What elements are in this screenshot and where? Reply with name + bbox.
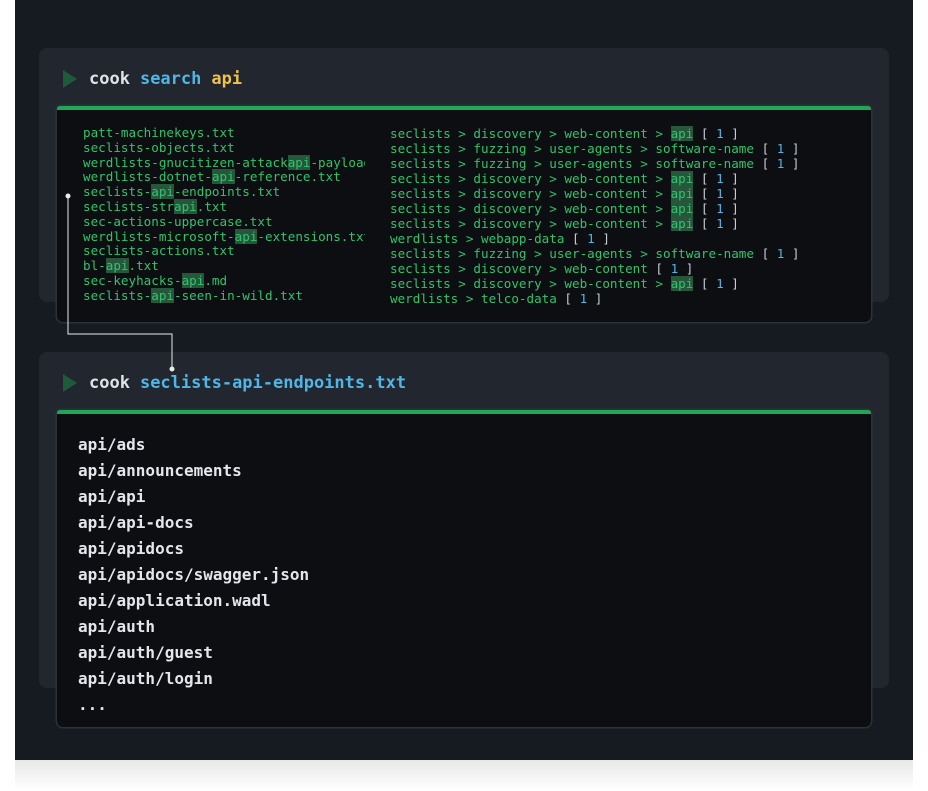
match-highlight: api (670, 201, 694, 216)
path-result-row: seclists > fuzzing > user-agents > softw… (390, 141, 800, 156)
file-result-row[interactable]: seclists-api-seen-in-wild.txt (83, 287, 365, 304)
match-highlight: api (151, 287, 174, 303)
match-highlight: api (181, 272, 205, 288)
path-result-row: seclists > discovery > web-content > api… (390, 276, 739, 291)
matching-files-list: patt-machinekeys.txt seclists-objects.txt… (83, 126, 365, 304)
output-line: api/auth/guest (78, 643, 213, 662)
output-line: api/announcements (78, 461, 242, 480)
match-count: 1 (716, 276, 724, 291)
path-result-row: seclists > discovery > web-content > api… (390, 216, 739, 231)
match-highlight: api (670, 171, 694, 186)
file-result-row[interactable]: seclists-objects.txt (83, 140, 365, 156)
output-line: api/application.wadl (78, 591, 271, 610)
search-results-terminal[interactable]: patt-machinekeys.txt seclists-objects.txt… (57, 106, 871, 322)
command-text: cook (89, 373, 130, 393)
match-highlight: api (287, 154, 311, 170)
output-line: api/auth/login (78, 669, 213, 688)
matching-paths-list: seclists > discovery > web-content > api… (390, 126, 800, 306)
match-count: 1 (716, 216, 724, 231)
match-highlight: api (174, 198, 197, 214)
output-line: api/apidocs/swagger.json (78, 565, 310, 584)
match-highlight: api (234, 228, 258, 244)
match-highlight: api (670, 186, 694, 201)
file-contents: api/ads api/announcements api/api api/api-d… (78, 432, 309, 718)
file-result-row[interactable]: sec-actions-uppercase.txt (83, 214, 365, 230)
file-result-row[interactable]: werdlists-microsoft-api-extensions.txt (83, 228, 365, 245)
path-result-row: seclists > fuzzing > user-agents > softw… (390, 156, 800, 171)
path-result-row: seclists > fuzzing > user-agents > softw… (390, 246, 800, 261)
path-result-row: seclists > discovery > web-content > api… (390, 171, 739, 186)
match-highlight: api (105, 258, 129, 274)
file-result-row[interactable]: bl-api.txt (83, 258, 365, 274)
match-count: 1 (587, 231, 595, 246)
match-count: 1 (716, 201, 724, 216)
file-output-terminal[interactable]: api/ads api/announcements api/api api/api-d… (57, 410, 871, 727)
search-prompt: cook search api (63, 68, 242, 90)
file-result-row[interactable]: patt-machinekeys.txt (83, 126, 365, 141)
command-text: cook (89, 69, 130, 89)
output-line: api/api (78, 487, 146, 506)
match-count: 1 (716, 186, 724, 201)
path-result-row: seclists > discovery > web-content [ 1 ] (390, 261, 694, 276)
match-count: 1 (716, 171, 724, 186)
match-highlight: api (670, 126, 694, 141)
subcommand-text: search (139, 69, 202, 89)
file-result-row[interactable]: werdlists-dotnet-api-reference.txt (83, 169, 365, 185)
play-icon (63, 70, 77, 88)
output-line: api/apidocs (78, 539, 184, 558)
file-name: seclists-api-endpoints.txt (139, 373, 407, 393)
bottom-shadow (15, 760, 913, 791)
match-highlight: api (670, 216, 694, 231)
file-result-row[interactable]: sec-keyhacks-api.md (83, 272, 365, 289)
path-result-row: werdlists > telco-data [ 1 ] (390, 291, 603, 306)
path-result-row: werdlists > webapp-data [ 1 ] (390, 231, 610, 246)
path-result-row: seclists > discovery > web-content > api… (390, 126, 739, 141)
output-line: api/ads (78, 435, 146, 454)
match-highlight: api (151, 184, 174, 200)
path-result-row: seclists > discovery > web-content > api… (390, 201, 739, 216)
search-argument: api (211, 69, 243, 89)
file-prompt: cook seclists-api-endpoints.txt (63, 372, 406, 394)
output-line: api/auth (78, 617, 156, 636)
match-count: 1 (716, 126, 724, 141)
file-result-row[interactable]: seclists-strapi.txt (83, 198, 365, 215)
path-result-row: seclists > discovery > web-content > api… (390, 186, 739, 201)
play-icon (63, 374, 77, 392)
file-result-row[interactable]: werdlists-gnucitizen-attackapi-payloads.… (83, 154, 365, 171)
match-highlight: api (670, 276, 694, 291)
match-highlight: api (211, 169, 235, 185)
file-result-row[interactable]: seclists-api-endpoints.txt (83, 184, 365, 200)
output-line: api/api-docs (78, 513, 194, 532)
output-line: ... (78, 695, 107, 714)
file-result-row[interactable]: seclists-actions.txt (83, 243, 365, 259)
